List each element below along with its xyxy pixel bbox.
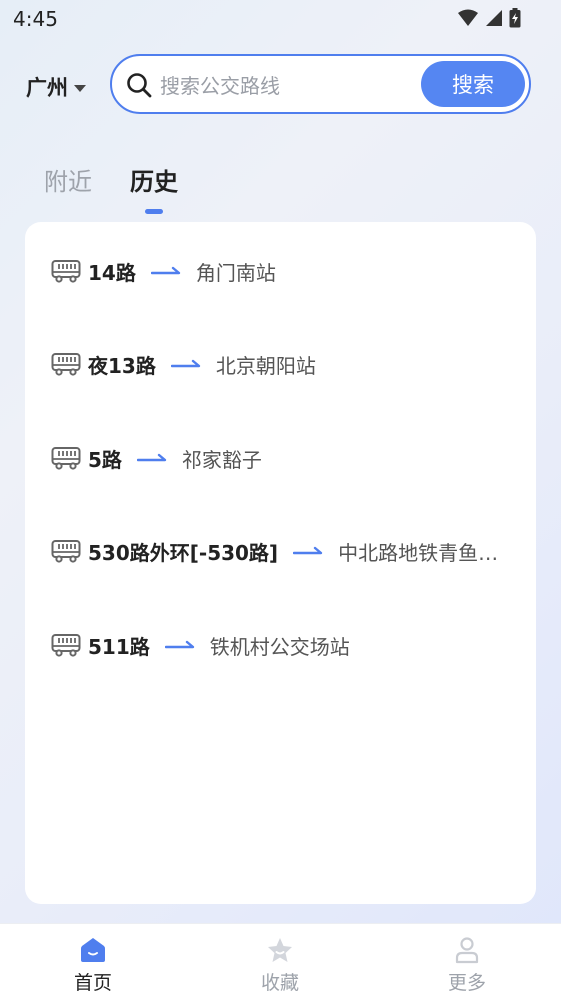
route-destination: 角门南站	[195, 260, 276, 285]
nav-favorites-label: 收藏	[260, 972, 299, 994]
search-icon	[127, 73, 152, 98]
bus-icon	[51, 447, 81, 470]
tab-nearby[interactable]: 附近	[44, 162, 92, 197]
nav-more[interactable]: 更多	[407, 936, 527, 995]
caret-down-icon	[74, 84, 86, 92]
arrow-right-icon	[150, 266, 181, 275]
user-icon	[455, 937, 479, 964]
star-icon	[268, 938, 292, 962]
search-box[interactable]: 搜索	[110, 54, 531, 114]
tab-nearby-label: 附近	[44, 168, 92, 196]
wifi-icon	[458, 9, 478, 26]
list-item[interactable]: 5路 祁家豁子	[51, 440, 521, 476]
search-button[interactable]: 搜索	[421, 61, 525, 107]
arrow-right-icon	[293, 546, 323, 555]
list-item[interactable]: 530路外环[-530路] 中北路地铁青鱼…	[51, 533, 521, 569]
bus-icon	[51, 260, 81, 283]
nav-more-label: 更多	[447, 972, 486, 994]
nav-home[interactable]: 首页	[33, 936, 153, 995]
route-destination: 北京朝阳站	[215, 353, 316, 378]
route-destination: 祁家豁子	[181, 447, 262, 472]
status-bar: 4:45	[0, 0, 561, 38]
tab-bar: 附近 历史	[44, 162, 178, 214]
route-name: 5路	[88, 447, 122, 472]
tab-history-label: 历史	[130, 168, 178, 196]
city-selector[interactable]: 广州	[26, 72, 86, 102]
nav-favorites[interactable]: 收藏	[220, 936, 340, 995]
signal-icon	[486, 10, 502, 26]
route-destination: 中北路地铁青鱼…	[338, 540, 499, 565]
arrow-right-icon	[164, 640, 194, 649]
tab-active-indicator	[145, 209, 163, 214]
list-item[interactable]: 夜13路 北京朝阳站	[51, 346, 521, 382]
route-name: 14路	[88, 260, 136, 285]
route-destination: 铁机村公交场站	[209, 634, 350, 659]
nav-home-label: 首页	[73, 972, 112, 994]
list-item[interactable]: 14路 角门南站	[51, 253, 521, 289]
city-label: 广州	[26, 76, 68, 100]
home-icon	[81, 938, 105, 962]
arrow-right-icon	[136, 453, 167, 462]
status-time: 4:45	[13, 7, 58, 31]
bottom-nav: 首页 收藏 更多	[0, 923, 561, 1000]
route-name: 夜13路	[88, 353, 156, 378]
status-icons	[457, 8, 521, 28]
bus-icon	[51, 540, 81, 563]
tab-history[interactable]: 历史	[130, 162, 178, 214]
bus-icon	[51, 353, 81, 376]
battery-icon	[509, 8, 521, 28]
list-item[interactable]: 511路 铁机村公交场站	[51, 627, 521, 663]
route-name: 511路	[88, 634, 150, 659]
bus-icon	[51, 634, 81, 657]
arrow-right-icon	[170, 359, 201, 368]
route-name: 530路外环[-530路]	[88, 540, 279, 565]
route-history-list: 14路 角门南站 夜13路 北京朝阳站 5路 祁家豁子 530路外环[-530路…	[25, 222, 536, 904]
search-input[interactable]	[158, 68, 412, 104]
